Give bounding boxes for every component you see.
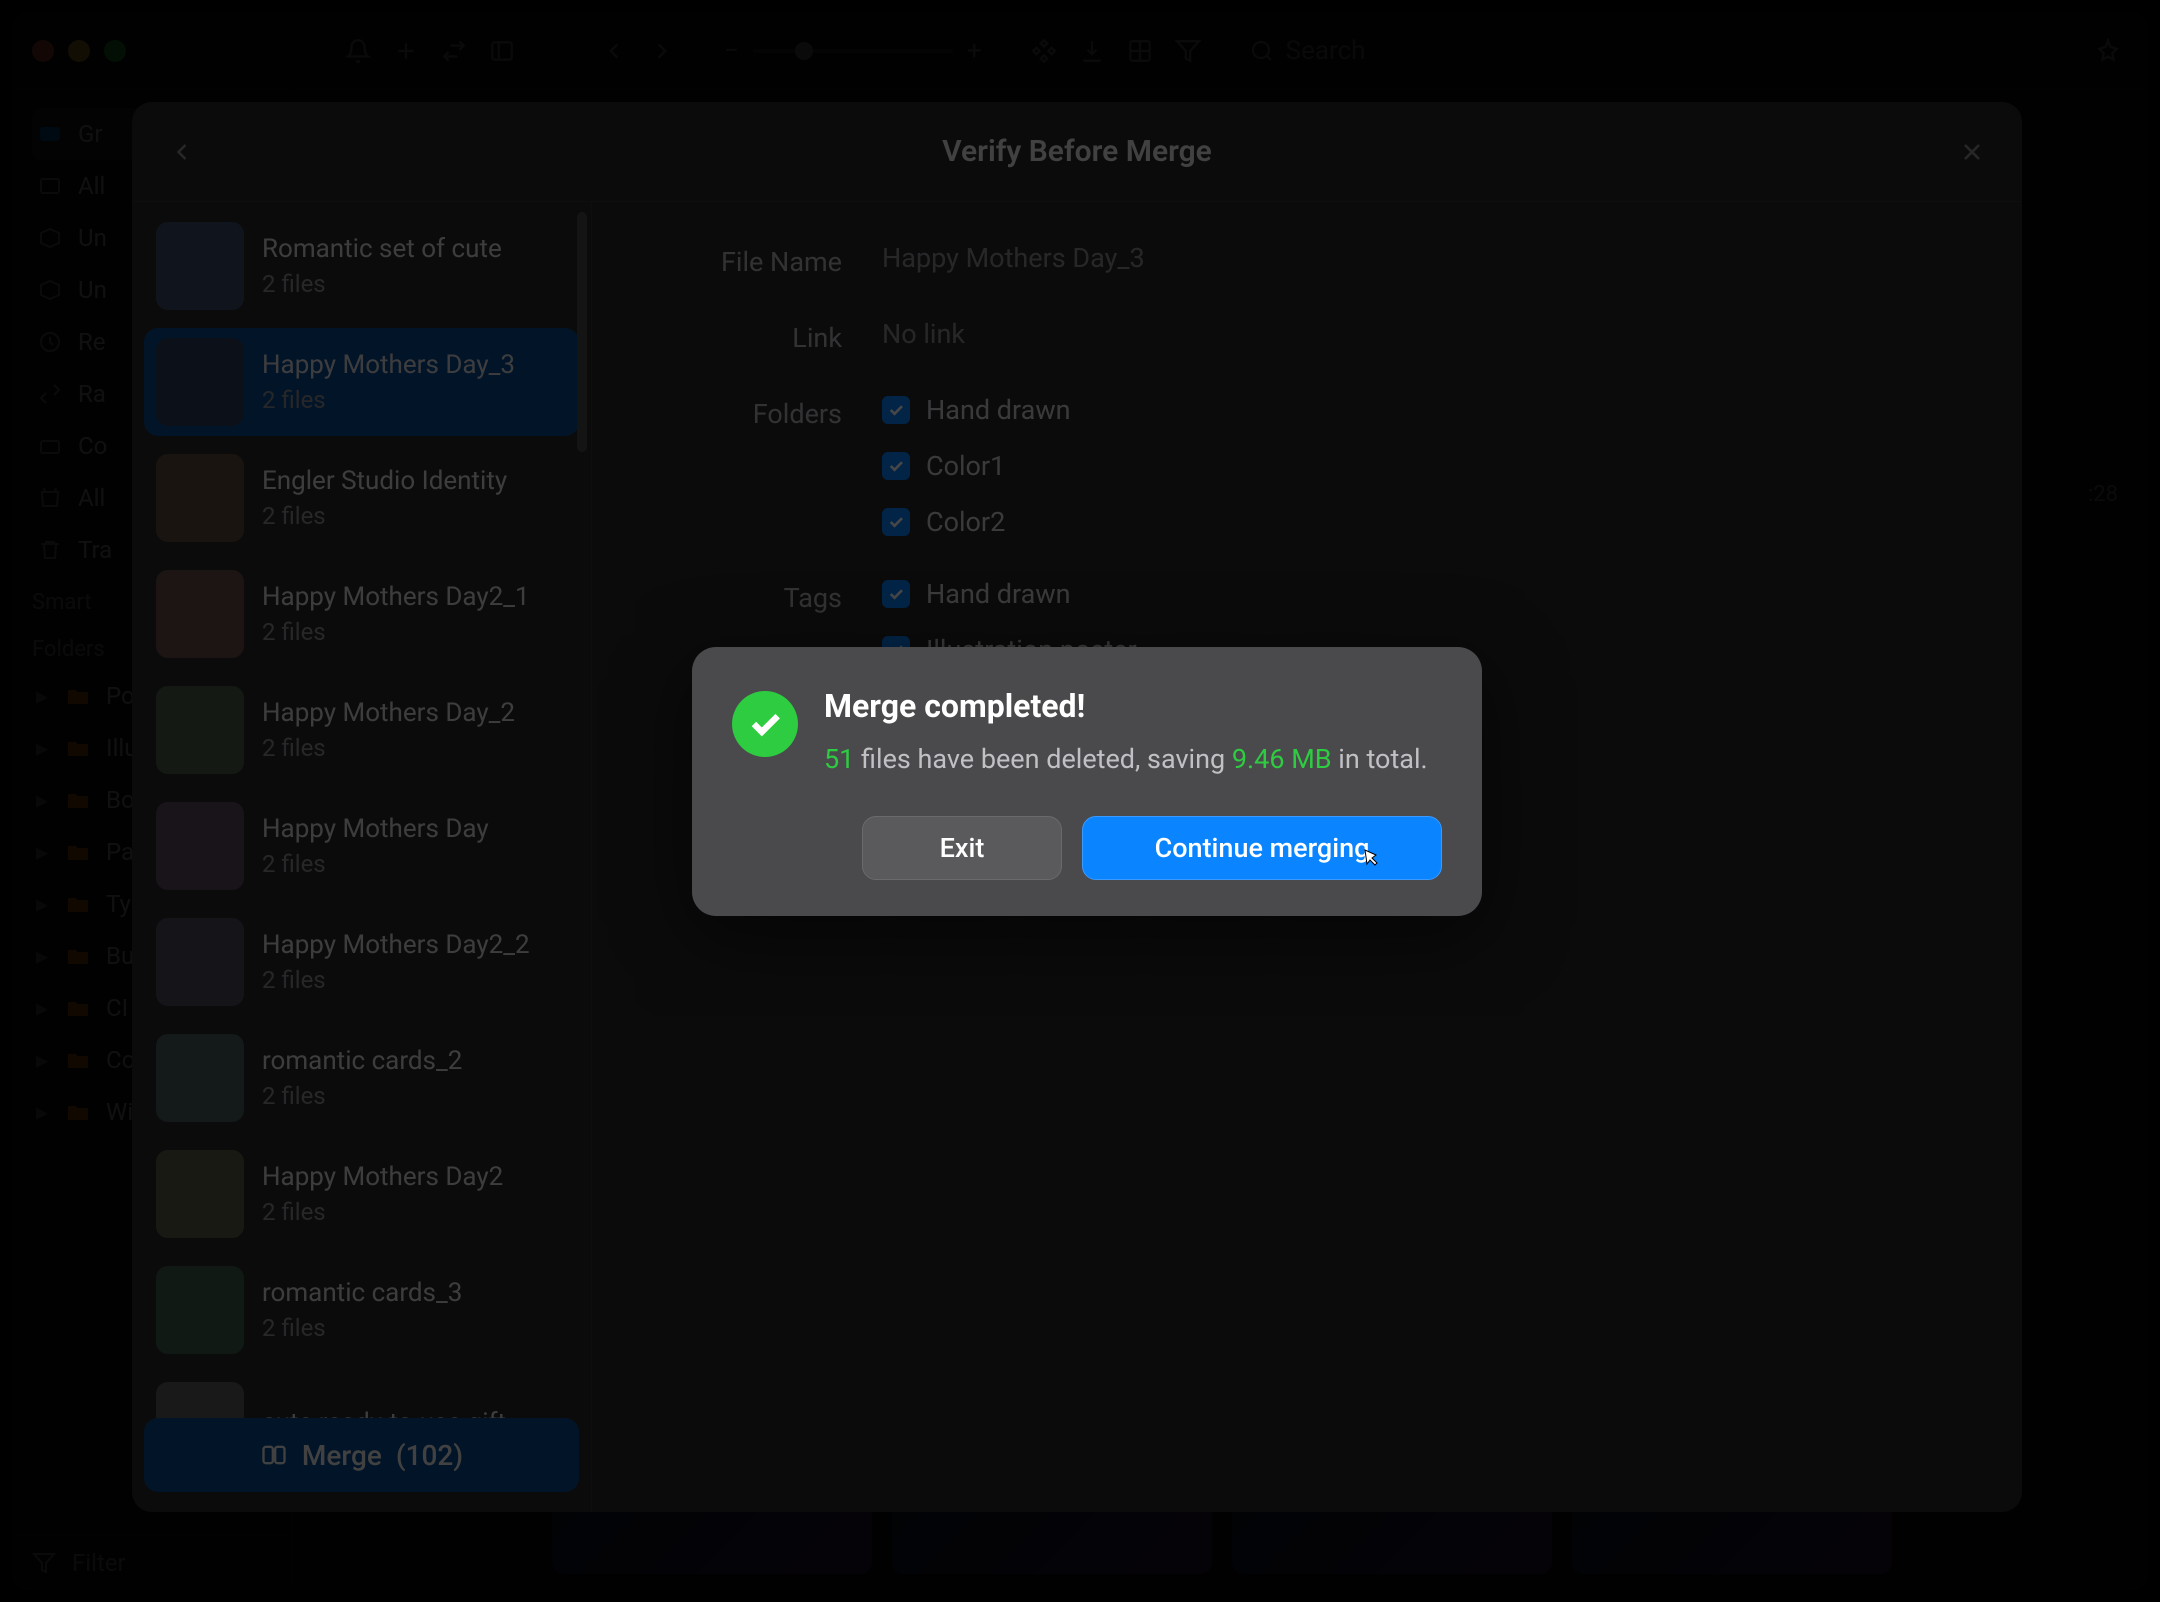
saved-size: 9.46 MB bbox=[1232, 743, 1332, 775]
exit-button[interactable]: Exit bbox=[862, 816, 1062, 880]
completion-dialog: Merge completed! 51 files have been dele… bbox=[692, 647, 1482, 916]
dialog-title: Merge completed! bbox=[824, 687, 1428, 725]
app-window: − + Gr AllUnUnReRaCoAllTra Smart Folders… bbox=[12, 12, 2148, 1590]
continue-merging-button[interactable]: Continue merging bbox=[1082, 816, 1442, 880]
dialog-message: 51 files have been deleted, saving 9.46 … bbox=[824, 739, 1428, 780]
cursor-icon bbox=[1357, 847, 1381, 871]
deleted-count: 51 bbox=[824, 743, 854, 775]
success-check-icon bbox=[732, 691, 798, 757]
